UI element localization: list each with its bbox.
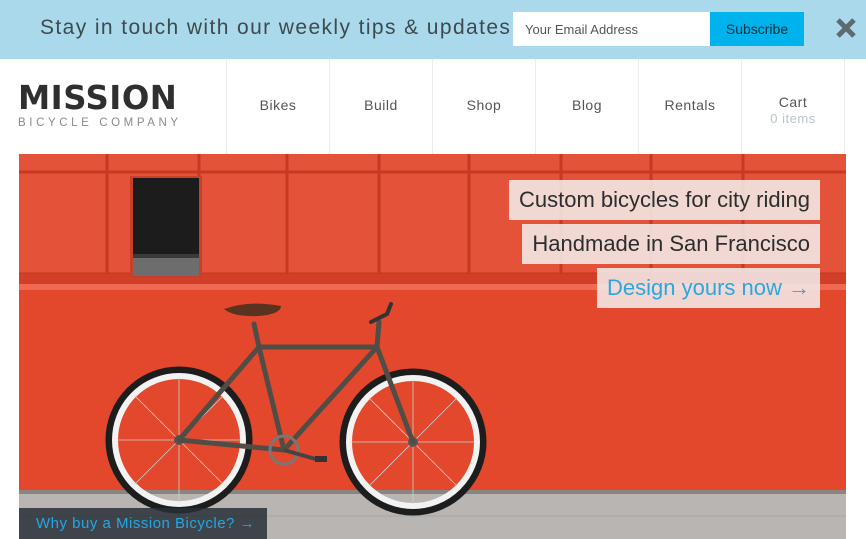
nav-item-blog[interactable]: Blog bbox=[535, 59, 638, 154]
hero-tagline-handmade: Handmade in San Francisco bbox=[522, 224, 820, 264]
subscribe-button[interactable]: Subscribe bbox=[710, 12, 804, 46]
nav-item-cart[interactable]: Cart 0 items bbox=[741, 59, 845, 154]
nav-label-build: Build bbox=[364, 96, 398, 113]
cart-count: 0 items bbox=[770, 110, 816, 126]
cart-label: Cart bbox=[778, 93, 808, 110]
nav-label-bikes: Bikes bbox=[259, 96, 297, 113]
design-yours-link[interactable]: Design yours now → bbox=[597, 268, 820, 308]
newsletter-message: Stay in touch with our weekly tips & upd… bbox=[40, 16, 519, 39]
hero-banner: Custom bicycles for city riding Handmade… bbox=[19, 154, 846, 539]
site-logo[interactable]: MISSION BICYCLE COMPANY bbox=[18, 81, 193, 136]
nav-item-shop[interactable]: Shop bbox=[432, 59, 535, 154]
nav-item-bikes[interactable]: Bikes bbox=[226, 59, 329, 154]
nav-label-shop: Shop bbox=[466, 96, 502, 113]
nav-label-blog: Blog bbox=[571, 96, 603, 113]
site-header: MISSION BICYCLE COMPANY Bikes Build Shop… bbox=[0, 59, 866, 154]
logo-title: MISSION bbox=[18, 78, 178, 117]
newsletter-bar: Stay in touch with our weekly tips & upd… bbox=[0, 0, 866, 59]
nav-label-rentals: Rentals bbox=[664, 96, 716, 113]
logo-subtitle: BICYCLE COMPANY bbox=[18, 117, 182, 129]
close-icon[interactable] bbox=[832, 14, 860, 42]
nav-item-rentals[interactable]: Rentals bbox=[638, 59, 741, 154]
email-input[interactable] bbox=[513, 12, 710, 46]
main-nav: Bikes Build Shop Blog Rentals Cart 0 ite… bbox=[226, 59, 845, 154]
why-buy-link[interactable]: Why buy a Mission Bicycle? → bbox=[19, 508, 267, 539]
nav-item-build[interactable]: Build bbox=[329, 59, 432, 154]
hero-tagline-custom: Custom bicycles for city riding bbox=[509, 180, 820, 220]
